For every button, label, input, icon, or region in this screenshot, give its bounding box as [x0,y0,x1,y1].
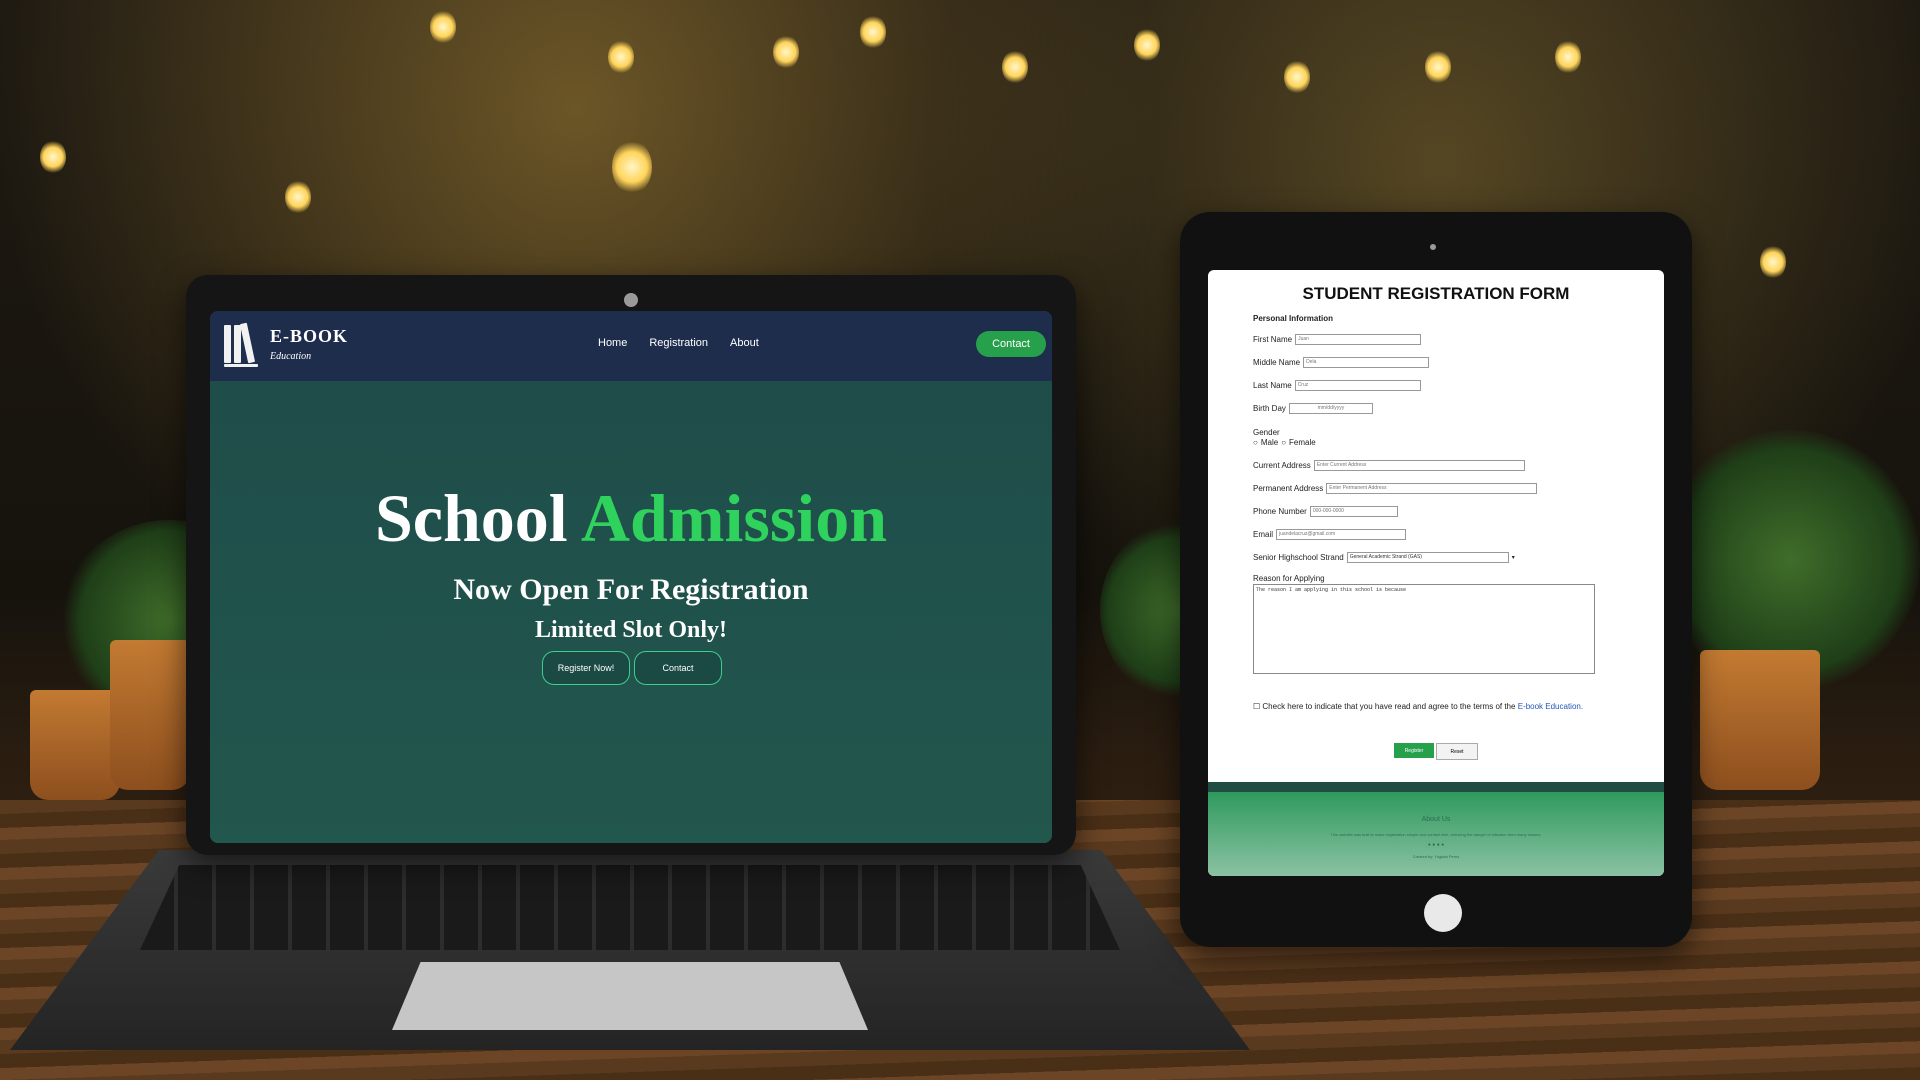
site-footer: About Us This website was built to make … [1208,782,1664,876]
register-button[interactable]: Register [1394,743,1434,758]
last-name-label: Last Name [1253,381,1292,390]
first-name-input[interactable]: Juan [1295,334,1422,345]
bulb-light [1134,28,1160,62]
middle-name-input[interactable]: Dela [1303,357,1430,368]
plant-pot [1700,650,1820,790]
bulb-light [1002,50,1028,84]
nav-link-home[interactable]: Home [598,337,627,349]
bulb-light [1760,245,1786,279]
phone-input[interactable]: 000-000-0000 [1309,506,1398,517]
section-heading: Personal Information [1253,314,1334,323]
bulb-light [773,35,799,69]
bulb-light [1425,50,1451,84]
permanent-address-input[interactable]: Enter Permanent Address [1326,483,1538,494]
permanent-address-row: Permanent Address Enter Permanent Addres… [1253,483,1538,494]
current-address-input[interactable]: Enter Current Address [1313,460,1525,471]
middle-name-label: Middle Name [1253,358,1301,367]
bulb-light [1284,60,1310,94]
tablet-screen: STUDENT REGISTRATION FORM Personal Infor… [1208,270,1664,876]
bulb-light [612,140,652,194]
footer-credit: Created by: Yugtala Perez [1412,854,1460,859]
bulb-light [608,40,634,74]
hero-note: Limited Slot Only! [534,617,727,643]
agreement-text: Check here to indicate that you have rea… [1262,702,1516,711]
reset-button[interactable]: Reset [1436,743,1478,760]
social-icons: ● ● ● ● [1208,842,1664,848]
current-address-row: Current Address Enter Current Address [1253,460,1525,471]
nav-contact-button[interactable]: Contact [976,331,1046,357]
book-logo-icon [224,321,260,367]
hero-title: School Admission [210,479,1052,558]
hero-title-part2: Admission [580,480,888,556]
hero-subtitle: Now Open For Registration [453,573,809,606]
agreement-row: ☐ Check here to indicate that you have r… [1253,702,1583,711]
permanent-address-label: Permanent Address [1253,484,1324,493]
strand-label: Senior Highschool Strand [1253,553,1344,562]
brand-name: E-BOOK [270,326,349,346]
linkedin-icon[interactable]: ● [1441,842,1444,848]
tablet: STUDENT REGISTRATION FORM Personal Infor… [1180,212,1692,947]
birthday-label: Birth Day [1253,404,1286,413]
tablet-home-button[interactable] [1424,894,1462,932]
first-name-label: First Name [1253,335,1293,344]
hero-contact-button[interactable]: Contact [634,651,722,685]
hero-section: School Admission Now Open For Registrati… [210,381,1052,843]
bulb-light [285,180,311,214]
reason-label: Reason for Applying [1253,574,1325,583]
camera-icon [624,293,638,307]
radio-icon[interactable]: ○ [1253,438,1258,447]
last-name-row: Last Name Cruz [1253,380,1421,391]
gender-label-row: Gender [1253,428,1280,437]
nav-links: Home Registration About [598,337,759,349]
laptop-keyboard [140,865,1120,950]
nav-link-registration[interactable]: Registration [649,337,708,349]
radio-icon[interactable]: ○ [1281,438,1286,447]
email-label: Email [1253,530,1274,539]
middle-name-row: Middle Name Dela [1253,357,1430,368]
bulb-light [40,140,66,174]
strand-row: Senior Highschool Strand General Academi… [1253,552,1515,563]
register-now-button[interactable]: Register Now! [542,651,630,685]
agreement-link[interactable]: E-book Education. [1518,702,1583,711]
gender-options: ○ Male ○ Female [1253,438,1316,447]
camera-icon [1430,244,1436,250]
current-address-label: Current Address [1253,461,1311,470]
gender-option-female[interactable]: Female [1289,438,1316,447]
gender-label: Gender [1253,428,1280,437]
twitter-icon[interactable]: ● [1432,842,1435,848]
checkbox-icon[interactable]: ☐ [1253,702,1260,711]
chevron-down-icon[interactable]: ▾ [1512,554,1515,561]
last-name-input[interactable]: Cruz [1294,380,1421,391]
hero-title-part1: School [374,480,568,556]
site-navbar: E-BOOK Education Home Registration About… [210,311,1052,381]
facebook-icon[interactable]: ● [1428,842,1431,848]
bulb-light [860,15,886,49]
email-row: Email juandelacruz@gmail.com [1253,529,1407,540]
gender-option-male[interactable]: Male [1261,438,1278,447]
birthday-row: Birth Day mm/dd/yyyy [1253,403,1373,414]
brand-tagline: Education [270,351,312,362]
bulb-light [430,10,456,44]
phone-row: Phone Number 000-000-0000 [1253,506,1398,517]
phone-label: Phone Number [1253,507,1307,516]
nav-link-about[interactable]: About [730,337,759,349]
birthday-input[interactable]: mm/dd/yyyy [1288,403,1373,414]
instagram-icon[interactable]: ● [1437,842,1440,848]
bulb-light [1555,40,1581,74]
laptop: E-BOOK Education Home Registration About… [186,275,1076,855]
first-name-row: First Name Juan [1253,334,1422,345]
plant-pot [110,640,190,790]
strand-select[interactable]: General Academic Strand (GAS) [1346,552,1509,563]
about-title: About Us [1421,816,1451,823]
laptop-screen: E-BOOK Education Home Registration About… [210,311,1052,843]
email-input[interactable]: juandelacruz@gmail.com [1276,529,1407,540]
hero-buttons: Register Now! Contact [542,651,722,685]
about-text: This website was built to make registrat… [1330,832,1542,837]
laptop-trackpad [392,962,868,1030]
form-title: STUDENT REGISTRATION FORM [1302,284,1570,303]
reason-textarea[interactable]: The reason I am applying in this school … [1253,584,1595,674]
plant-pot [30,690,120,800]
reason-label-row: Reason for Applying [1253,574,1325,583]
